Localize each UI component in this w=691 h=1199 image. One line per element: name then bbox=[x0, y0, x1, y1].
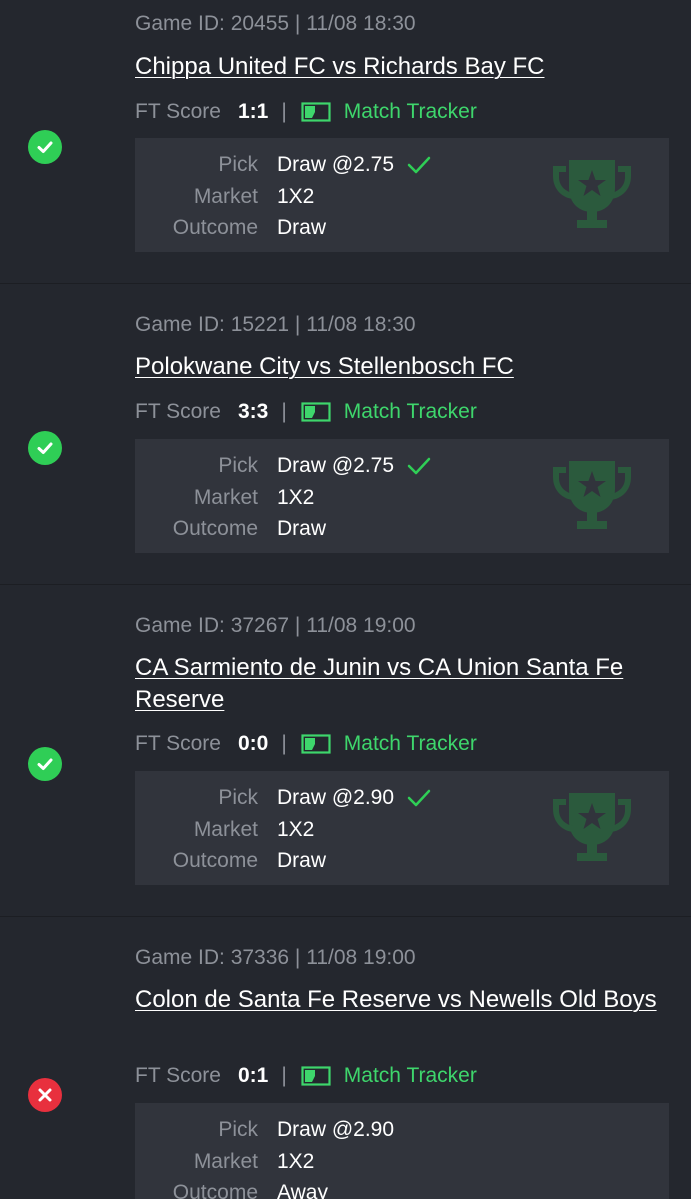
ft-score-label: FT Score bbox=[135, 732, 221, 755]
match-tracker-icon[interactable] bbox=[301, 402, 331, 422]
match-tracker-link[interactable]: Match Tracker bbox=[344, 729, 477, 759]
separator: | bbox=[281, 1064, 287, 1087]
match-tracker-link[interactable]: Match Tracker bbox=[344, 1061, 477, 1091]
pick-label: Pick bbox=[218, 1118, 258, 1141]
bet-card: Game ID: 37336 | 11/08 19:00 Colon de Sa… bbox=[0, 917, 691, 1199]
pick-value-wrap: Draw @2.75 bbox=[277, 149, 432, 181]
market-label: Market bbox=[193, 486, 258, 509]
pick-details-box: Pick Draw @2.75 Market 1X2 Outcome Draw bbox=[135, 439, 669, 553]
lost-status-icon bbox=[28, 1078, 62, 1112]
outcome-value: Draw bbox=[277, 849, 327, 872]
bet-history-list: Game ID: 20455 | 11/08 18:30 Chippa Unit… bbox=[0, 0, 691, 1199]
outcome-value: Away bbox=[277, 1181, 328, 1199]
bet-card: Game ID: 37267 | 11/08 19:00 CA Sarmient… bbox=[0, 585, 691, 917]
pick-label: Pick bbox=[218, 786, 258, 809]
match-title-link[interactable]: Chippa United FC vs Richards Bay FC bbox=[135, 51, 669, 83]
market-value: 1X2 bbox=[277, 818, 315, 841]
match-title-link[interactable]: Colon de Santa Fe Reserve vs Newells Old… bbox=[135, 984, 669, 1016]
pick-value: Draw @2.75 bbox=[277, 454, 395, 477]
match-tracker-icon[interactable] bbox=[301, 734, 331, 754]
market-label: Market bbox=[193, 185, 258, 208]
match-tracker-icon[interactable] bbox=[301, 1066, 331, 1086]
ft-score-value: 0:0 bbox=[237, 732, 269, 755]
outcome-value: Draw bbox=[277, 216, 327, 239]
ft-score-value: 0:1 bbox=[237, 1064, 269, 1087]
won-status-icon bbox=[28, 431, 62, 465]
match-title-link[interactable]: Polokwane City vs Stellenbosch FC bbox=[135, 351, 669, 383]
pick-value: Draw @2.90 bbox=[277, 786, 395, 809]
outcome-label: Outcome bbox=[172, 849, 258, 872]
separator: | bbox=[281, 100, 287, 123]
separator: | bbox=[281, 400, 287, 423]
bet-card: Game ID: 15221 | 11/08 18:30 Polokwane C… bbox=[0, 284, 691, 585]
pick-details-box: Pick Draw @2.90 Market 1X2 Outcome Draw bbox=[135, 771, 669, 885]
outcome-label: Outcome bbox=[172, 517, 258, 540]
outcome-label: Outcome bbox=[172, 1181, 258, 1199]
game-id: Game ID: 20455 | 11/08 18:30 bbox=[135, 12, 416, 35]
match-tracker-icon[interactable] bbox=[301, 102, 331, 122]
pick-details-box: Pick Draw @2.75 Market 1X2 Outcome Draw bbox=[135, 138, 669, 252]
market-value: 1X2 bbox=[277, 185, 315, 208]
market-label: Market bbox=[193, 1150, 258, 1173]
won-status-icon bbox=[28, 747, 62, 781]
pick-correct-check-icon bbox=[407, 789, 431, 807]
game-id: Game ID: 15221 | 11/08 18:30 bbox=[135, 313, 416, 336]
market-value: 1X2 bbox=[277, 486, 315, 509]
bet-card: Game ID: 20455 | 11/08 18:30 Chippa Unit… bbox=[0, 0, 691, 284]
score-row: FT Score 1:1 | Match Tracker bbox=[135, 97, 477, 127]
score-row: FT Score 0:1 | Match Tracker bbox=[135, 1061, 477, 1091]
match-tracker-link[interactable]: Match Tracker bbox=[344, 97, 477, 127]
pick-value-wrap: Draw @2.90 bbox=[277, 1114, 394, 1146]
outcome-value: Draw bbox=[277, 517, 327, 540]
market-label: Market bbox=[193, 818, 258, 841]
score-row: FT Score 3:3 | Match Tracker bbox=[135, 397, 477, 427]
ft-score-label: FT Score bbox=[135, 100, 221, 123]
ft-score-label: FT Score bbox=[135, 1064, 221, 1087]
pick-details-box: Pick Draw @2.90 Market 1X2 Outcome Away bbox=[135, 1103, 669, 1199]
pick-value: Draw @2.75 bbox=[277, 153, 395, 176]
pick-correct-check-icon bbox=[407, 457, 431, 475]
won-status-icon bbox=[28, 130, 62, 164]
match-tracker-link[interactable]: Match Tracker bbox=[344, 397, 477, 427]
market-value: 1X2 bbox=[277, 1150, 315, 1173]
pick-value-wrap: Draw @2.75 bbox=[277, 450, 432, 482]
ft-score-value: 3:3 bbox=[237, 400, 269, 423]
pick-correct-check-icon bbox=[407, 156, 431, 174]
game-id: Game ID: 37267 | 11/08 19:00 bbox=[135, 614, 416, 637]
game-id: Game ID: 37336 | 11/08 19:00 bbox=[135, 946, 416, 969]
pick-label: Pick bbox=[218, 454, 258, 477]
ft-score-value: 1:1 bbox=[237, 100, 269, 123]
pick-value-wrap: Draw @2.90 bbox=[277, 782, 432, 814]
pick-label: Pick bbox=[218, 153, 258, 176]
separator: | bbox=[281, 732, 287, 755]
outcome-label: Outcome bbox=[172, 216, 258, 239]
match-title-link[interactable]: CA Sarmiento de Junin vs CA Union Santa … bbox=[135, 652, 669, 716]
score-row: FT Score 0:0 | Match Tracker bbox=[135, 729, 477, 759]
ft-score-label: FT Score bbox=[135, 400, 221, 423]
pick-value: Draw @2.90 bbox=[277, 1118, 395, 1141]
